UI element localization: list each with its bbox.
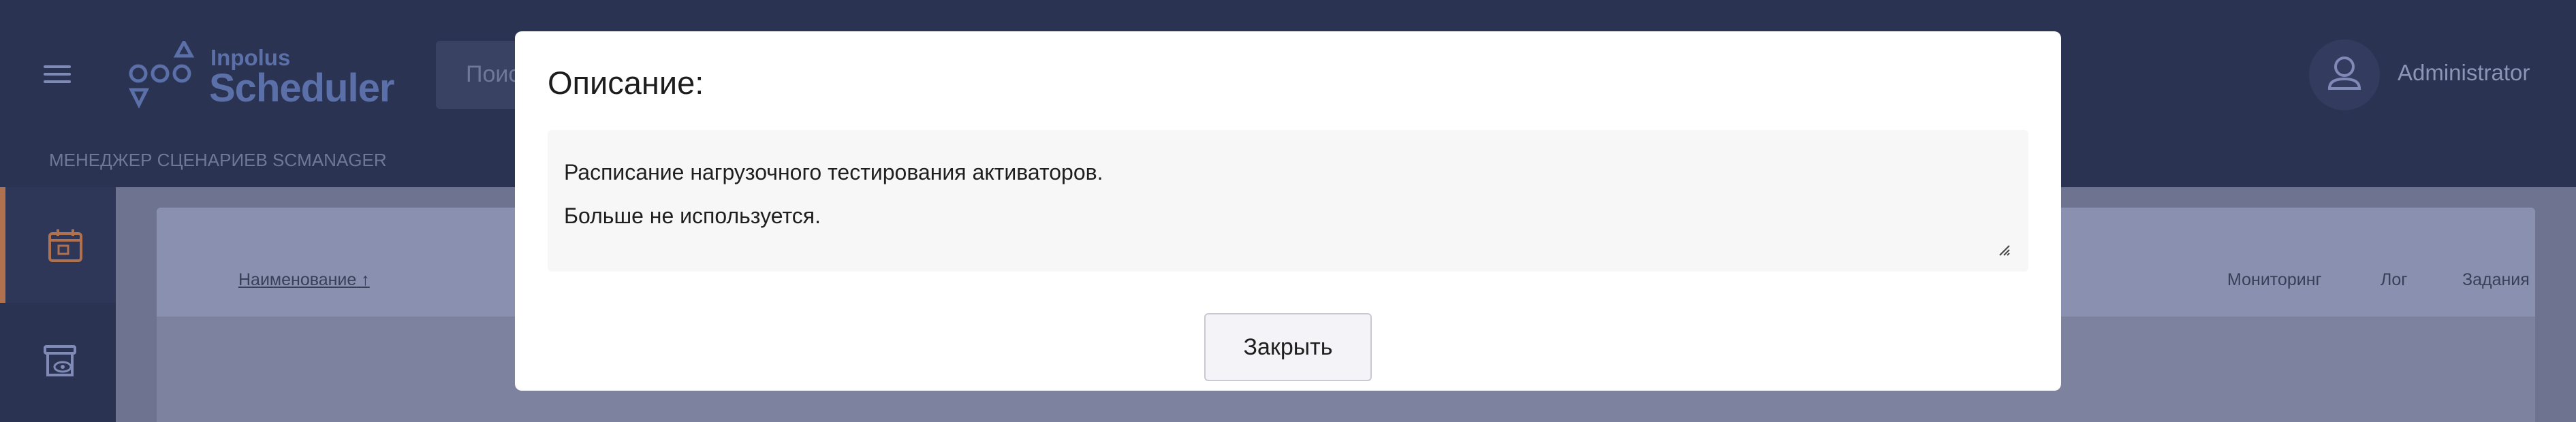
sidebar-item-schedules[interactable] — [0, 187, 116, 303]
description-line: Больше не используется. — [564, 204, 821, 228]
modal-title: Описание: — [548, 65, 704, 101]
logo-text-big: Scheduler — [209, 66, 394, 110]
inpolus-logo-icon — [128, 41, 195, 109]
sort-arrow-icon: ↑ — [361, 270, 370, 289]
column-log[interactable]: Лог — [2381, 270, 2407, 290]
description-line: Расписание нагрузочного тестирования акт… — [564, 160, 1103, 184]
app-logo[interactable]: Inpolus Scheduler — [126, 41, 412, 110]
column-name[interactable]: Наименование ↑ — [238, 270, 370, 290]
column-tasks[interactable]: Задания — [2462, 270, 2530, 290]
user-name[interactable]: Administrator — [2398, 60, 2530, 86]
archive-view-icon — [44, 345, 76, 376]
calendar-icon — [48, 229, 82, 262]
resize-handle-icon[interactable] — [1997, 243, 2011, 257]
description-modal: Описание: Расписание нагрузочного тестир… — [515, 31, 2061, 391]
user-icon — [2327, 56, 2361, 90]
search-input[interactable]: Поис — [436, 41, 520, 109]
search-placeholder: Поис — [466, 61, 520, 87]
column-monitoring[interactable]: Мониторинг — [2227, 270, 2322, 290]
sidebar-item-archive[interactable] — [0, 303, 116, 419]
sidebar — [0, 187, 116, 422]
user-avatar[interactable] — [2309, 39, 2380, 110]
hamburger-icon[interactable] — [44, 65, 71, 83]
close-button[interactable]: Закрыть — [1204, 313, 1372, 381]
description-textarea[interactable]: Расписание нагрузочного тестирования акт… — [548, 130, 2028, 272]
breadcrumb: МЕНЕДЖЕР СЦЕНАРИЕВ SCMANAGER — [49, 150, 387, 170]
